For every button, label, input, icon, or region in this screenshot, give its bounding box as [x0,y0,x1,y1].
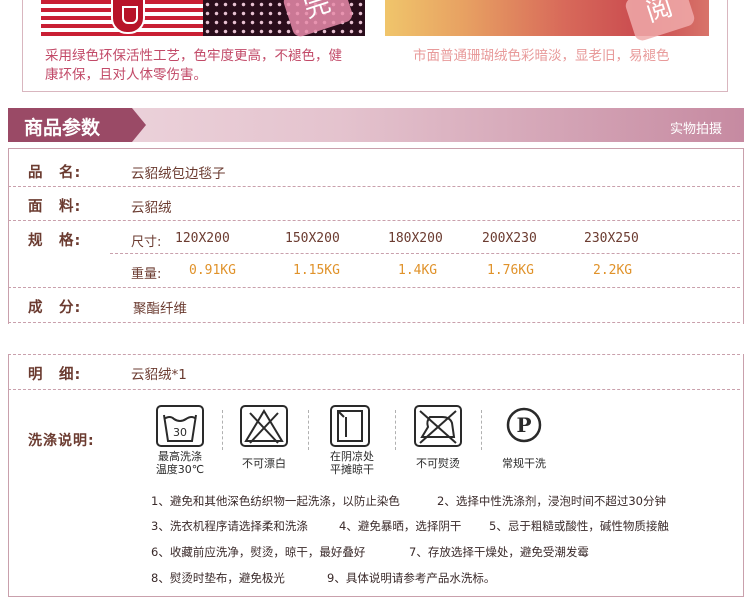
icon-divider [222,410,223,450]
detail-value: 云貂绒*1 [131,367,187,383]
size-value: 150X200 [285,231,340,246]
section-note: 实物拍摄 [669,122,722,137]
care-note: 8、熨烫时垫布，避免极光 [151,571,285,585]
dry-clean-label: 常规干洗 [502,457,546,470]
row-divider [8,287,740,288]
wash-temp-text: 30 [173,426,187,439]
size-value: 230X250 [584,231,639,246]
composition-label: 成 分: [28,300,82,316]
detail-label: 明 细: [28,367,82,383]
dry-in-shade-label: 在阴凉处 平摊晾干 [330,450,374,476]
size-value: 200X230 [482,231,537,246]
fabric-label: 面 料: [28,199,82,215]
fabric-value: 云貂绒 [131,200,172,216]
spec-label: 规 格: [28,233,82,249]
wash-30-label: 最高洗涤 温度30℃ [155,450,205,476]
size-prefix: 尺寸: [131,235,162,250]
dry-clean-letter: P [516,413,531,437]
care-note: 7、存放选择干燥处，避免受潮发霉 [409,545,589,559]
section-title: 商品参数 [24,117,101,139]
row-divider [8,186,740,187]
weight-value: 2.2KG [593,263,633,278]
row-divider [8,389,740,390]
weight-value: 0.91KG [189,263,236,278]
bad-stamp: 阅 [623,0,697,43]
no-bleach-icon [240,405,288,447]
weight-prefix: 重量: [131,267,162,282]
composition-value: 聚酯纤维 [133,301,187,317]
weight-value: 1.76KG [487,263,534,278]
icon-divider [395,410,396,450]
bad-caption: 市面普通珊瑚绒色彩暗淡，显老旧，易褪色 [413,48,670,64]
dry-in-shade-icon [330,405,370,447]
wash-label: 洗涤说明: [28,433,95,449]
table-gap [6,324,746,354]
name-label: 品 名: [28,165,82,181]
row-divider [8,322,740,323]
care-note: 9、具体说明请参考产品水洗标。 [327,571,496,585]
care-note: 6、收藏前应洗净，熨烫，晾干，最好叠好 [151,545,366,559]
care-note: 1、避免和其他深色纺织物一起洗涤，以防止染色 [151,494,400,508]
no-iron-label: 不可熨烫 [416,457,460,470]
wash-30-icon: 30 [156,405,204,447]
row-divider [110,253,740,254]
striped-blanket-image [41,0,203,36]
care-note: 4、避免暴晒，选择阴干 [339,519,462,533]
care-note: 3、洗衣机程序请选择柔和洗涤 [151,519,308,533]
no-iron-icon [414,405,462,447]
weight-value: 1.15KG [293,263,340,278]
no-bleach-label: 不可漂白 [242,457,286,470]
comparison-panel: 完 阅 采用绿色环保活性工艺，色牢度更高，不褪色，健康环保，且对人体零伤害。 市… [22,0,728,92]
size-value: 180X200 [388,231,443,246]
size-value: 120X200 [175,231,230,246]
crest-logo [111,0,145,34]
row-divider [8,354,740,355]
name-value: 云貂绒包边毯子 [131,166,226,182]
care-note: 2、选择中性洗涤剂，浸泡时间不超过30分钟 [437,494,666,508]
icon-divider [481,410,482,450]
dry-clean-icon: P [502,405,546,445]
row-divider [8,220,740,221]
icon-divider [308,410,309,450]
good-caption: 采用绿色环保活性工艺，色牢度更高，不褪色，健康环保，且对人体零伤害。 [45,48,342,83]
care-note: 5、忌于粗糙或酸性，碱性物质接触 [489,519,669,533]
weight-value: 1.4KG [398,263,438,278]
